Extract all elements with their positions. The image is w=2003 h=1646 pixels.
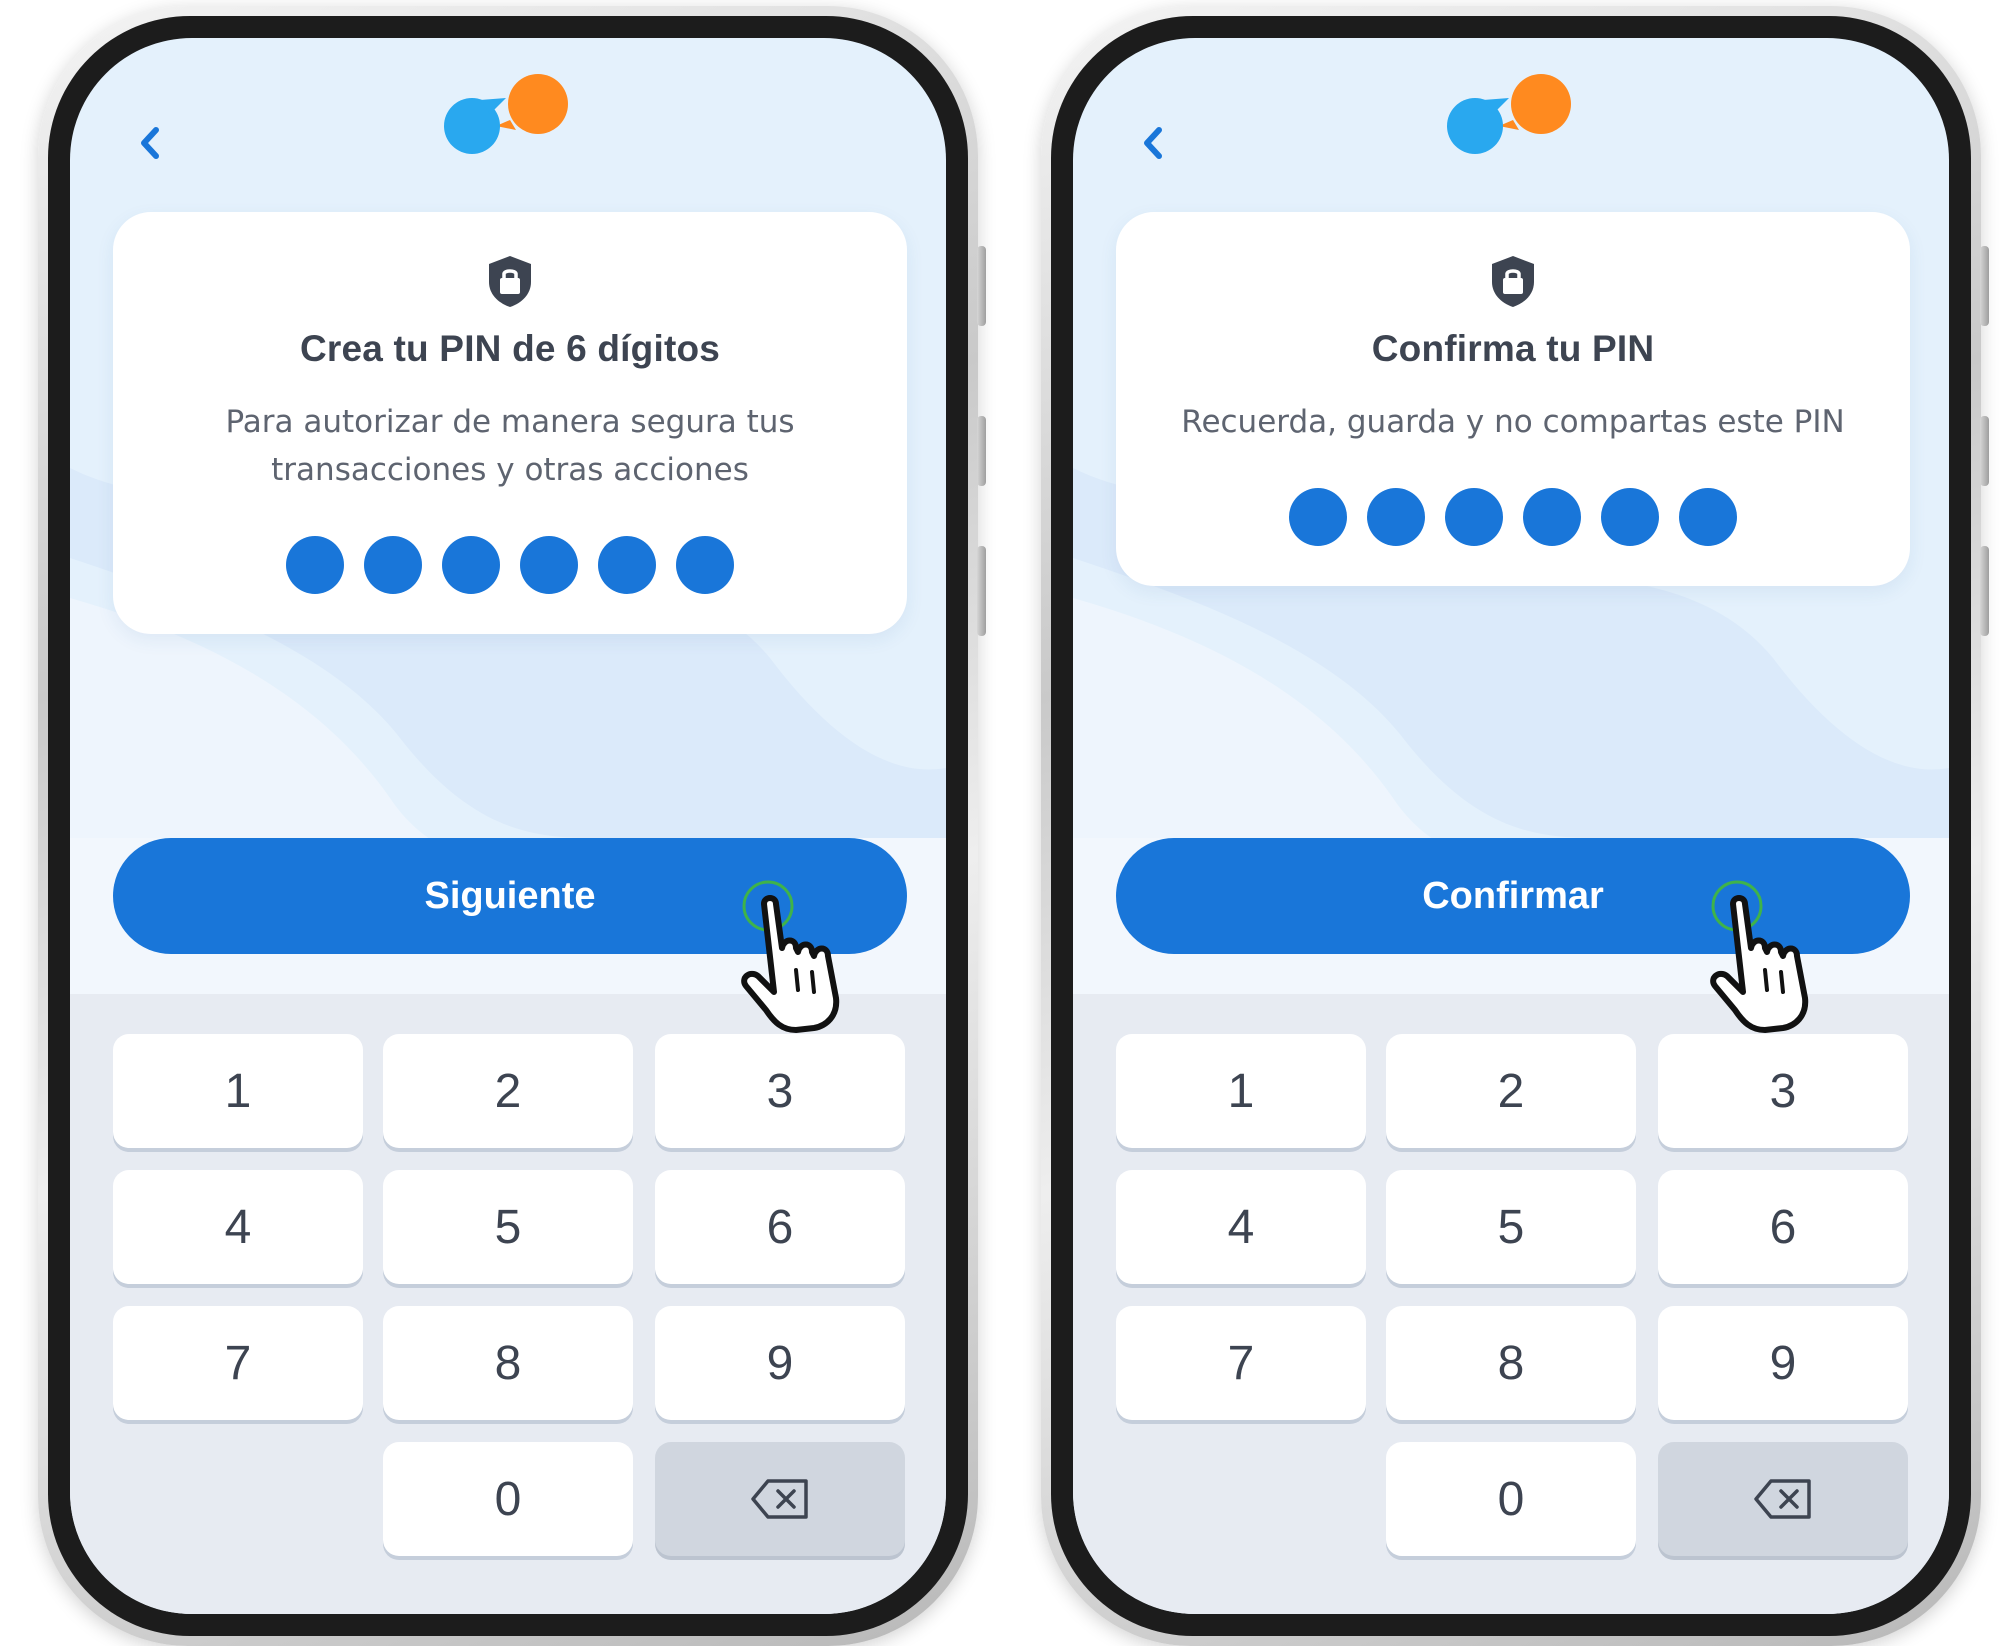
key-4[interactable]: 4 (1116, 1170, 1366, 1284)
key-3[interactable]: 3 (1658, 1034, 1908, 1148)
key-0[interactable]: 0 (383, 1442, 633, 1556)
screen-confirm-pin: Confirma tu PIN Recuerda, guarda y no co… (1073, 38, 1949, 1614)
delete-key[interactable] (1658, 1442, 1908, 1556)
key-2[interactable]: 2 (1386, 1034, 1636, 1148)
pin-dot (1679, 488, 1737, 546)
hand-pointer-icon (1710, 880, 1809, 1033)
key-0[interactable]: 0 (1386, 1442, 1636, 1556)
phone-frame-confirm-pin: Confirma tu PIN Recuerda, guarda y no co… (1041, 6, 1989, 1646)
pin-dot (1289, 488, 1347, 546)
key-5[interactable]: 5 (383, 1170, 633, 1284)
card-subtitle: Recuerda, guarda y no compartas este PIN (1136, 398, 1890, 446)
key-9[interactable]: 9 (1658, 1306, 1908, 1420)
key-1[interactable]: 1 (113, 1034, 363, 1148)
backspace-icon (751, 1479, 808, 1519)
card-subtitle-line: transacciones y otras acciones (271, 452, 749, 488)
key-7[interactable]: 7 (113, 1306, 363, 1420)
shield-lock-icon (1492, 256, 1534, 307)
chat-bubbles-logo (444, 74, 568, 154)
hand-pointer-icon (741, 880, 840, 1033)
phone-side-button (977, 546, 986, 636)
key-9[interactable]: 9 (655, 1306, 905, 1420)
card-title: Crea tu PIN de 6 dígitos (299, 328, 721, 369)
key-5[interactable]: 5 (1386, 1170, 1636, 1284)
key-7[interactable]: 7 (1116, 1306, 1366, 1420)
delete-key[interactable] (655, 1442, 905, 1556)
pin-card: Confirma tu PIN Recuerda, guarda y no co… (1116, 212, 1910, 586)
pin-dot (1445, 488, 1503, 546)
shield-lock-icon (489, 256, 531, 307)
phone-side-button (977, 246, 986, 326)
pin-dot (598, 536, 656, 594)
pin-card: Crea tu PIN de 6 dígitos Para autorizar … (113, 212, 907, 634)
pin-dot (364, 536, 422, 594)
back-button[interactable] (125, 118, 175, 168)
key-2[interactable]: 2 (383, 1034, 633, 1148)
phone-frame-create-pin: Crea tu PIN de 6 dígitos Para autorizar … (38, 6, 986, 1646)
chat-bubbles-logo (1447, 74, 1571, 154)
phone-side-button (977, 416, 986, 486)
chevron-left-icon (141, 127, 159, 159)
screen-create-pin: Crea tu PIN de 6 dígitos Para autorizar … (70, 38, 946, 1614)
pin-dot (442, 536, 500, 594)
key-4[interactable]: 4 (113, 1170, 363, 1284)
card-title: Confirma tu PIN (1371, 328, 1655, 369)
pin-dot (1523, 488, 1581, 546)
pin-dot (520, 536, 578, 594)
confirm-button-label: Confirmar (1422, 874, 1604, 917)
backspace-icon (1754, 1479, 1811, 1519)
phone-side-button (1980, 246, 1989, 326)
key-1[interactable]: 1 (1116, 1034, 1366, 1148)
key-8[interactable]: 8 (1386, 1306, 1636, 1420)
card-subtitle: Para autorizar de manera segura tus tran… (173, 398, 847, 494)
pin-dot (676, 536, 734, 594)
chevron-left-icon (1144, 127, 1162, 159)
next-button-label: Siguiente (424, 874, 596, 917)
numeric-keypad: 1 2 3 4 5 6 7 8 9 0 (1073, 994, 1949, 1614)
back-button[interactable] (1128, 118, 1178, 168)
numeric-keypad: 1 2 3 4 5 6 7 8 9 0 (70, 994, 946, 1614)
pin-dots (113, 536, 907, 594)
key-3[interactable]: 3 (655, 1034, 905, 1148)
phone-side-button (1980, 416, 1989, 486)
key-8[interactable]: 8 (383, 1306, 633, 1420)
pin-dot (286, 536, 344, 594)
pin-dot (1367, 488, 1425, 546)
pin-dots (1116, 488, 1910, 546)
card-subtitle-line: Para autorizar de manera segura tus (225, 404, 795, 440)
phone-side-button (1980, 546, 1989, 636)
pin-dot (1601, 488, 1659, 546)
key-6[interactable]: 6 (655, 1170, 905, 1284)
key-6[interactable]: 6 (1658, 1170, 1908, 1284)
card-subtitle-line: Recuerda, guarda y no compartas este PIN (1181, 404, 1845, 440)
